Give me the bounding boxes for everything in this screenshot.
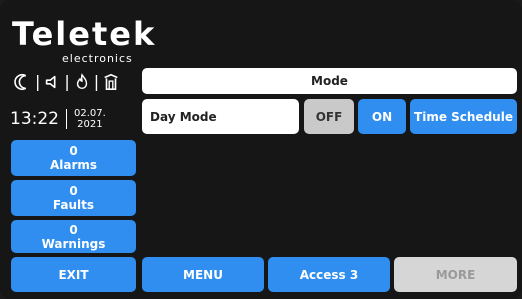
menu-button[interactable]: MENU bbox=[142, 257, 264, 292]
clock-divider bbox=[66, 109, 67, 129]
clock-time: 13:22 bbox=[10, 109, 59, 129]
mode-value-field[interactable]: Day Mode bbox=[142, 99, 299, 134]
alarms-button[interactable]: 0 Alarms bbox=[11, 140, 136, 176]
status-icons: | | | bbox=[14, 72, 120, 91]
clock: 13:22 02.07. 2021 bbox=[10, 108, 106, 130]
mode-header: Mode bbox=[142, 68, 517, 94]
speaker-icon bbox=[46, 75, 56, 88]
faults-count: 0 bbox=[69, 184, 78, 198]
clock-date-year: 2021 bbox=[77, 119, 103, 130]
clock-date: 02.07. 2021 bbox=[74, 108, 106, 130]
time-schedule-button[interactable]: Time Schedule bbox=[410, 99, 517, 134]
warnings-count: 0 bbox=[69, 222, 78, 237]
alarms-label: Alarms bbox=[49, 158, 98, 172]
faults-label: Faults bbox=[52, 198, 95, 212]
access-level-button[interactable]: Access 3 bbox=[268, 257, 390, 292]
door-icon bbox=[104, 73, 118, 90]
panel-screen: Teletek electronics | | | 13:22 02.07. 2… bbox=[0, 0, 522, 299]
clock-date-day: 02.07. bbox=[74, 108, 106, 119]
moon-icon bbox=[14, 73, 27, 90]
brand-logo: Teletek bbox=[12, 15, 157, 53]
fire-icon bbox=[76, 72, 88, 89]
off-button[interactable]: OFF bbox=[304, 99, 354, 134]
brand-subtitle: electronics bbox=[62, 52, 133, 65]
warnings-button[interactable]: 0 Warnings bbox=[11, 220, 136, 253]
warnings-label: Warnings bbox=[41, 236, 106, 251]
more-button[interactable]: MORE bbox=[394, 257, 517, 292]
faults-button[interactable]: 0 Faults bbox=[11, 180, 136, 216]
on-button[interactable]: ON bbox=[358, 99, 406, 134]
exit-button[interactable]: EXIT bbox=[11, 257, 136, 292]
alarms-count: 0 bbox=[69, 144, 78, 158]
